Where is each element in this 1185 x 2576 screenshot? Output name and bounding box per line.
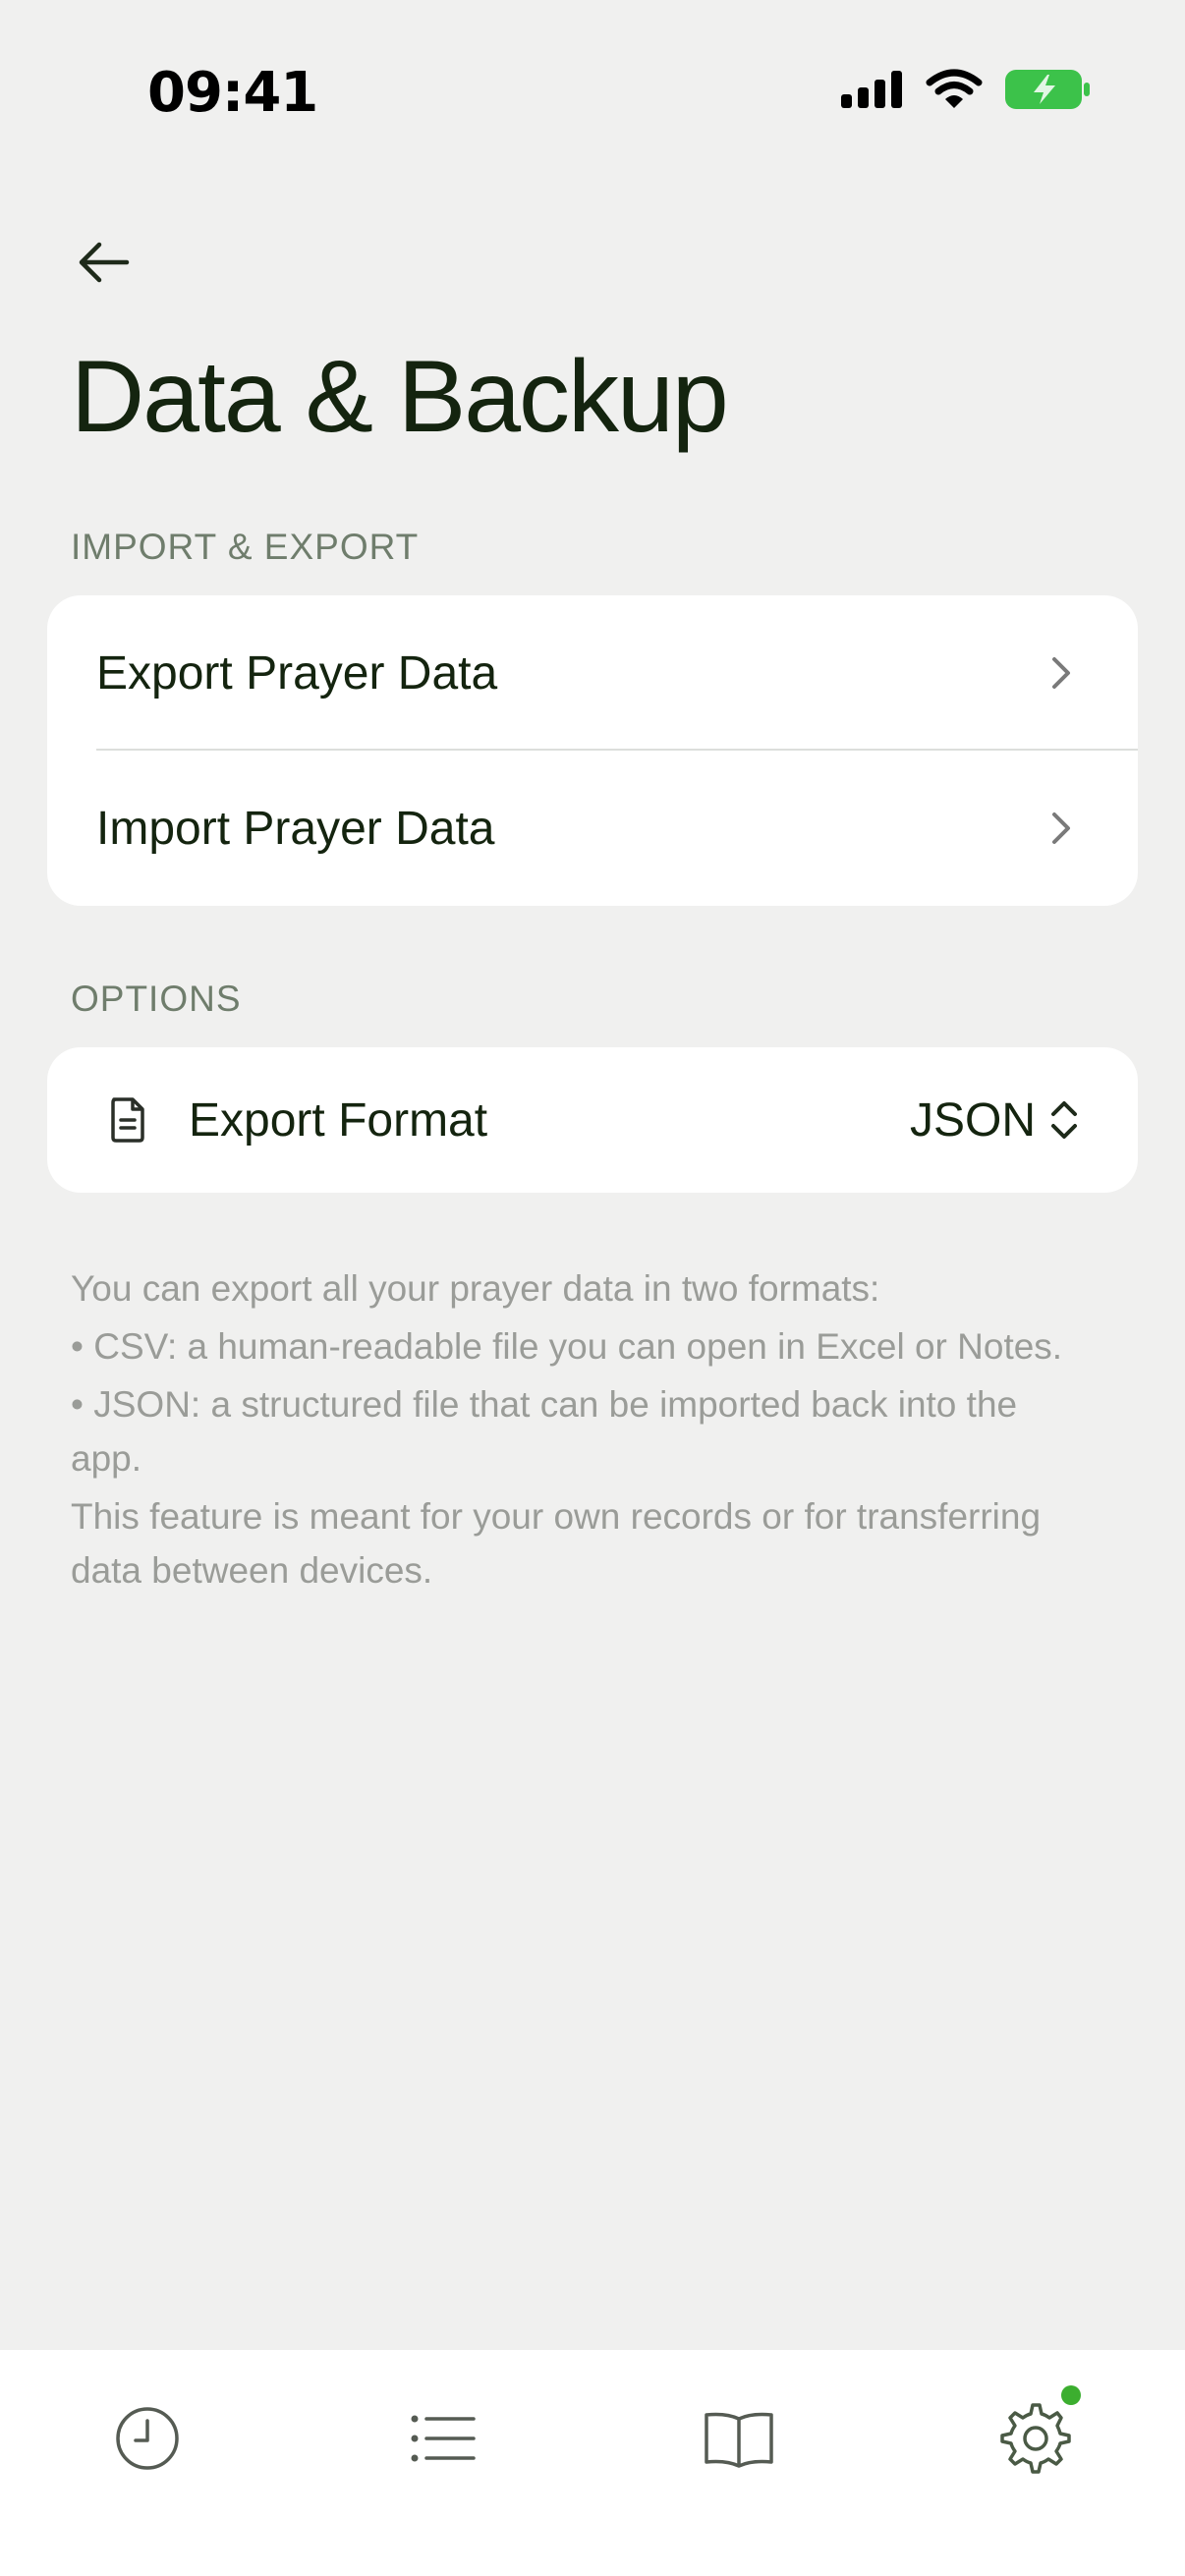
chevron-right-icon (1044, 811, 1079, 846)
book-icon (705, 2412, 773, 2468)
export-description: You can export all your prayer data in t… (71, 1261, 1093, 1601)
status-icons (841, 69, 1091, 110)
status-bar: 09:41 (0, 0, 1185, 196)
description-line: • JSON: a structured file that can be im… (71, 1384, 1018, 1479)
chevron-right-icon (1044, 655, 1079, 691)
tab-list[interactable] (404, 2399, 482, 2478)
clock-icon (116, 2407, 179, 2470)
description-line: This feature is meant for your own recor… (71, 1496, 1042, 1591)
list-icon (411, 2415, 476, 2462)
tab-settings[interactable] (996, 2385, 1081, 2478)
arrow-left-icon (79, 242, 130, 283)
gear-icon (1000, 2403, 1071, 2474)
tab-history[interactable] (108, 2399, 187, 2478)
document-icon (111, 1097, 144, 1143)
status-time: 09:41 (147, 61, 318, 125)
tab-library[interactable] (700, 2399, 778, 2478)
section-header-import-export: IMPORT & EXPORT (71, 527, 420, 567)
section-header-options: OPTIONS (71, 979, 242, 1019)
export-format-value: JSON (909, 1093, 1036, 1147)
import-export-card: Export Prayer Data Import Prayer Data (47, 595, 1138, 906)
export-format-row[interactable]: Export Format JSON (47, 1047, 1138, 1193)
export-format-label: Export Format (189, 1093, 488, 1147)
description-line: • CSV: a human-readable file you can ope… (71, 1326, 1063, 1367)
row-label: Import Prayer Data (96, 802, 495, 855)
battery-charging-icon (1005, 70, 1090, 109)
page-title: Data & Backup (71, 340, 729, 454)
back-button[interactable] (69, 228, 138, 297)
description-line: You can export all your prayer data in t… (71, 1268, 880, 1309)
wifi-icon (926, 69, 983, 108)
row-label: Export Prayer Data (96, 646, 498, 700)
import-prayer-data-row[interactable]: Import Prayer Data (47, 751, 1138, 906)
options-card: Export Format JSON (47, 1047, 1138, 1193)
chevron-up-down-icon (1051, 1101, 1077, 1139)
tab-bar (0, 2350, 1185, 2576)
export-prayer-data-row[interactable]: Export Prayer Data (47, 595, 1138, 751)
cellular-signal-icon (841, 71, 902, 108)
notification-badge (1061, 2385, 1081, 2405)
export-format-select[interactable]: JSON (910, 1093, 1079, 1148)
